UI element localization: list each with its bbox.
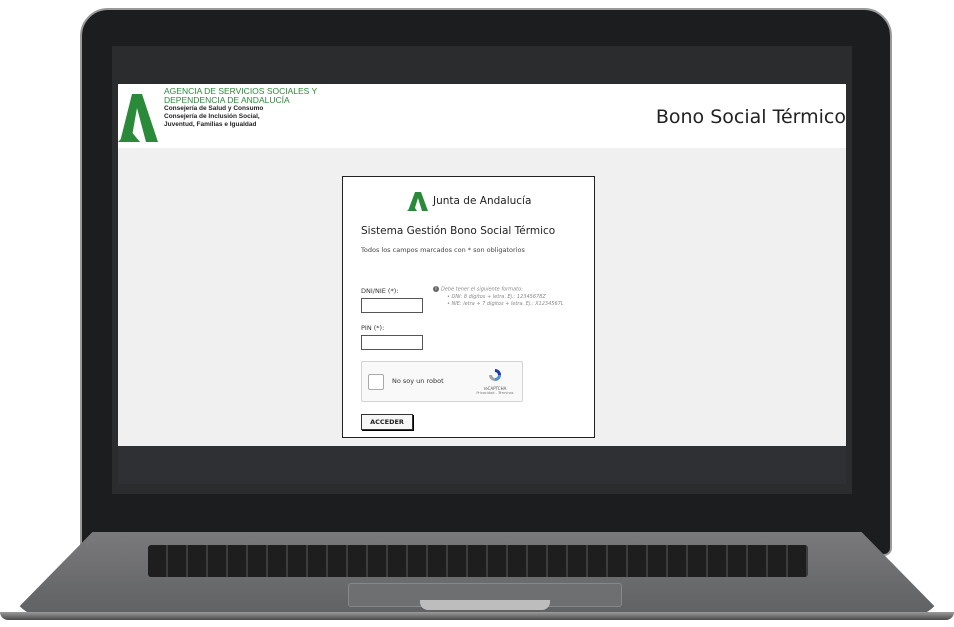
agency-block: AGENCIA DE SERVICIOS SOCIALES Y DEPENDEN… (164, 87, 317, 129)
recaptcha-logo-icon (489, 369, 501, 381)
recaptcha-widget: No soy un robot reCAPTCHA Privacidad - T… (361, 361, 523, 402)
info-icon: i (433, 286, 439, 292)
junta-logo-icon (407, 192, 428, 211)
hint-dni-format: • DNI: 8 dígitos + letra. Ej.: 12345678Z (447, 293, 546, 300)
base-notch (420, 600, 550, 610)
login-card: Junta de Andalucía Sistema Gestión Bono … (342, 176, 595, 438)
dni-input[interactable] (361, 298, 423, 313)
screen-bottom-area (118, 446, 846, 484)
dept-line2: Consejería de Inclusión Social, (164, 113, 260, 120)
keyboard (148, 545, 808, 577)
acceder-button[interactable]: ACCEDER (361, 414, 413, 430)
hint-nie-format: • NIE: letra + 7 dígitos + letra. Ej.: X… (447, 300, 564, 307)
junta-andalucia-logo-icon (118, 94, 158, 142)
site-header: AGENCIA DE SERVICIOS SOCIALES Y DEPENDEN… (118, 84, 846, 148)
recaptcha-links[interactable]: Privacidad - Términos (474, 391, 516, 395)
pin-label: PIN (*): (361, 324, 385, 332)
agency-name-line2: DEPENDENCIA DE ANDALUCÍA (164, 95, 290, 105)
brand-name: Junta de Andalucía (433, 195, 532, 207)
recaptcha-checkbox[interactable] (368, 374, 384, 390)
pin-input[interactable] (361, 335, 423, 350)
dept-line1: Consejería de Salud y Consumo (164, 105, 264, 112)
recaptcha-branding: reCAPTCHA Privacidad - Términos (474, 367, 516, 395)
screen: AGENCIA DE SERVICIOS SOCIALES Y DEPENDEN… (118, 84, 846, 446)
recaptcha-label: No soy un robot (392, 377, 444, 385)
format-hint: i Debe tener el siguiente formato: • DNI:… (433, 286, 564, 308)
dept-line3: Juventud, Familias e Igualdad (164, 121, 257, 128)
system-title: Sistema Gestión Bono Social Térmico (361, 225, 556, 237)
hint-title: Debe tener el siguiente formato: (441, 286, 523, 293)
login-brand: Junta de Andalucía (407, 191, 531, 211)
required-note: Todos los campos marcados con * son obli… (361, 246, 525, 254)
dni-label: DNI/NIE (*): (361, 287, 399, 295)
base-edge (0, 612, 954, 620)
page-title: Bono Social Térmico (655, 106, 846, 128)
